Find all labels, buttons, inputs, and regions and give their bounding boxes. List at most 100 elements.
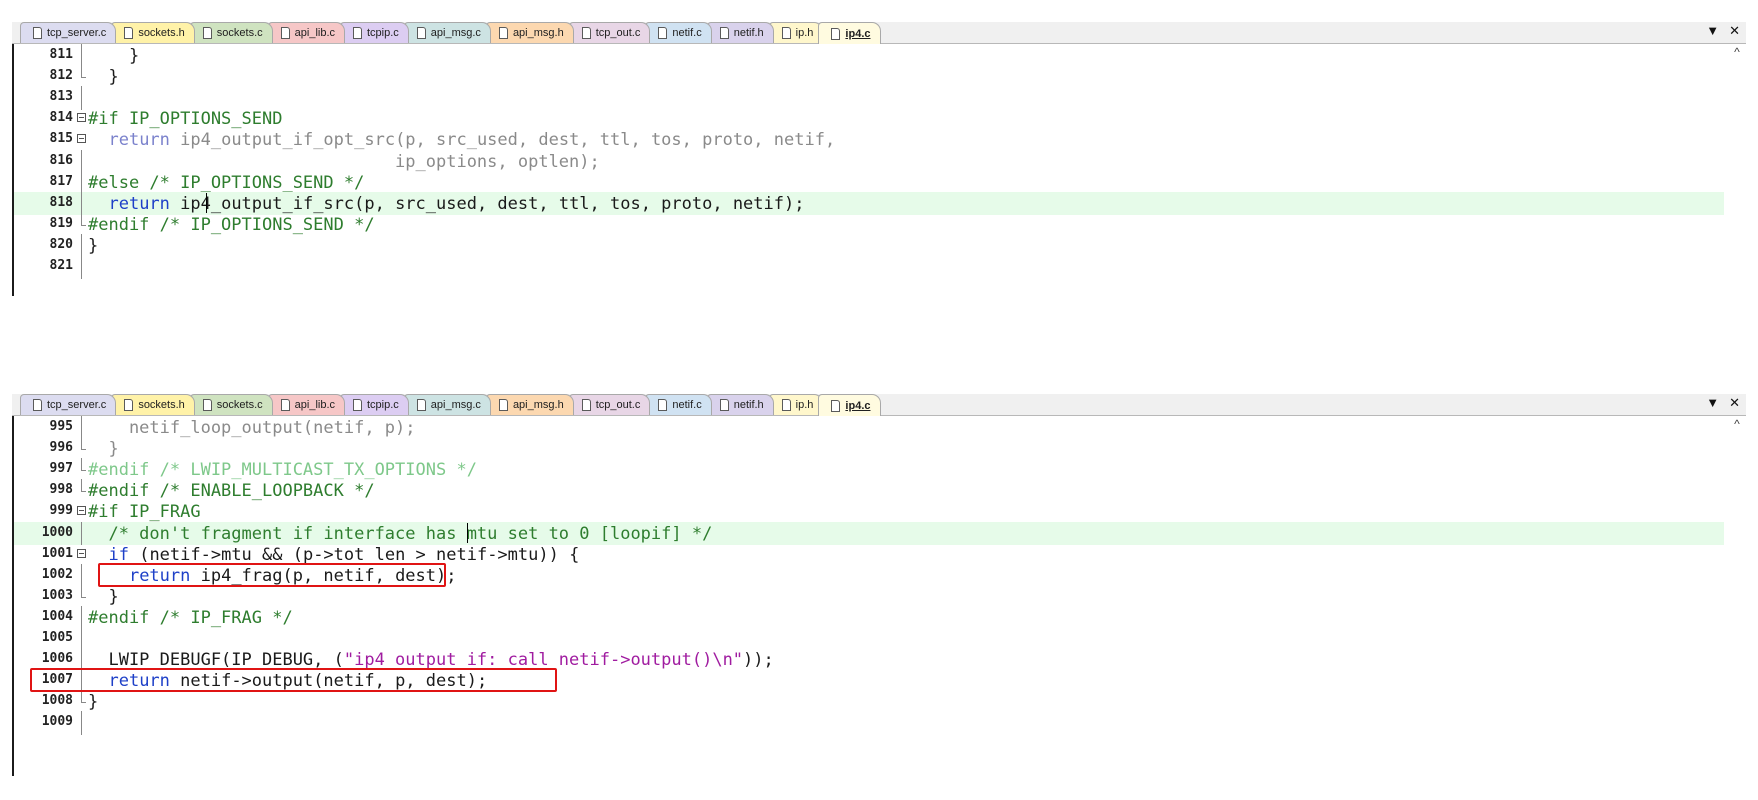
tab-label: sockets.c bbox=[216, 27, 263, 39]
file-icon bbox=[280, 27, 290, 39]
tab-label: api_lib.c bbox=[294, 399, 335, 411]
tab-tcp-out-c[interactable]: tcp_out.c bbox=[568, 22, 651, 43]
tab-list-dropdown-icon[interactable]: ▼ bbox=[1706, 395, 1719, 411]
code-text: } bbox=[88, 67, 119, 88]
code-text: return ip4_output_if_src(p, src_used, de… bbox=[108, 193, 805, 214]
tab-tcpip-c[interactable]: tcpip.c bbox=[340, 22, 409, 43]
tab-label: ip.h bbox=[795, 27, 814, 39]
tab-sockets-c[interactable]: sockets.c bbox=[189, 394, 273, 415]
file-icon bbox=[581, 27, 591, 39]
code-text: netif_loop_output(netif, p); bbox=[88, 418, 416, 438]
tab-label: sockets.h bbox=[138, 27, 185, 39]
tab-label: sockets.h bbox=[138, 399, 185, 411]
tab-sockets-c[interactable]: sockets.c bbox=[189, 22, 273, 43]
tab-label: tcpip.c bbox=[367, 399, 399, 411]
tab-label: netif.h bbox=[733, 399, 764, 411]
line-number: 812 bbox=[49, 68, 73, 84]
code-text: /* don't fragment if interface has mtu s… bbox=[88, 523, 713, 544]
code-text: #endif /* IP_OPTIONS_SEND */ bbox=[88, 214, 375, 235]
tab-api-msg-c[interactable]: api_msg.c bbox=[403, 22, 491, 43]
file-icon bbox=[658, 399, 668, 411]
code-text: } bbox=[88, 692, 99, 713]
scroll-up-arrow-icon[interactable]: ^ bbox=[1728, 44, 1746, 60]
file-icon bbox=[658, 27, 668, 39]
tab-label: tcp_server.c bbox=[47, 399, 107, 411]
tab-api-msg-c[interactable]: api_msg.c bbox=[403, 394, 491, 415]
line-number: 820 bbox=[49, 236, 73, 252]
tab-tcp-out-c[interactable]: tcp_out.c bbox=[568, 394, 651, 415]
tab-ip4-c[interactable]: ip4.c bbox=[818, 394, 881, 416]
line-number: 819 bbox=[49, 215, 73, 231]
line-number: 996 bbox=[49, 440, 73, 456]
code-editor[interactable]: 995 netif_loop_output(netif, p); 996 } 997… bbox=[12, 416, 1746, 776]
vertical-scrollbar[interactable]: ^ bbox=[1728, 416, 1746, 776]
code-text: #endif /* IP_FRAG */ bbox=[88, 607, 293, 628]
close-icon[interactable]: ✕ bbox=[1729, 395, 1740, 411]
tab-bar-controls: ▼ ✕ bbox=[1706, 395, 1740, 411]
scroll-up-arrow-icon[interactable]: ^ bbox=[1728, 416, 1746, 432]
tab-label: api_msg.h bbox=[512, 27, 564, 39]
vertical-scrollbar[interactable]: ^ bbox=[1728, 44, 1746, 296]
tab-netif-h[interactable]: netif.h bbox=[706, 394, 774, 415]
tab-list: tcp_server.c sockets.h sockets.c api_lib.c t… bbox=[12, 22, 881, 44]
tab-label: ip4.c bbox=[845, 27, 871, 40]
tab-netif-h[interactable]: netif.h bbox=[706, 22, 774, 43]
file-icon bbox=[781, 399, 791, 411]
tab-label: netif.c bbox=[672, 399, 702, 411]
file-icon bbox=[831, 399, 841, 412]
tab-tcpip-c[interactable]: tcpip.c bbox=[340, 394, 409, 415]
code-text: #endif /* ENABLE_LOOPBACK */ bbox=[88, 481, 375, 502]
file-icon bbox=[202, 399, 212, 411]
line-number: 1006 bbox=[41, 651, 73, 667]
tab-tcp-server-c[interactable]: tcp_server.c bbox=[20, 394, 117, 415]
tab-tcp-server-c[interactable]: tcp_server.c bbox=[20, 22, 117, 43]
line-number: 1001 bbox=[41, 545, 73, 561]
tab-bar-controls: ▼ ✕ bbox=[1706, 23, 1740, 39]
tab-api-lib-c[interactable]: api_lib.c bbox=[267, 22, 345, 43]
file-icon bbox=[124, 27, 134, 39]
tab-api-msg-h[interactable]: api_msg.h bbox=[485, 22, 574, 43]
line-number: 1009 bbox=[41, 714, 73, 730]
line-number: 816 bbox=[49, 152, 73, 168]
tab-api-msg-h[interactable]: api_msg.h bbox=[485, 394, 574, 415]
file-icon bbox=[353, 27, 362, 39]
file-icon bbox=[202, 27, 212, 39]
tab-list: tcp_server.c sockets.h sockets.c api_lib.c t… bbox=[12, 394, 881, 416]
file-icon bbox=[33, 399, 42, 411]
tab-list-dropdown-icon[interactable]: ▼ bbox=[1706, 23, 1719, 39]
tab-ip-h[interactable]: ip.h bbox=[768, 394, 824, 415]
tab-label: tcp_out.c bbox=[595, 27, 641, 39]
tab-label: sockets.c bbox=[216, 399, 263, 411]
tab-label: netif.c bbox=[672, 27, 702, 39]
code-text: #else /* IP_OPTIONS_SEND */ bbox=[88, 172, 365, 193]
file-icon bbox=[498, 399, 508, 411]
tab-sockets-h[interactable]: sockets.h bbox=[111, 22, 195, 43]
tab-sockets-h[interactable]: sockets.h bbox=[111, 394, 195, 415]
code-editor[interactable]: 811 } 812 } 813 814 #if IP_OPTIONS_SEND 815 r… bbox=[12, 44, 1746, 296]
tab-label: tcpip.c bbox=[367, 27, 399, 39]
code-line[interactable]: 821 bbox=[14, 255, 1724, 279]
tab-api-lib-c[interactable]: api_lib.c bbox=[267, 394, 345, 415]
tab-ip-h[interactable]: ip.h bbox=[768, 22, 824, 43]
file-icon bbox=[33, 27, 42, 39]
line-number: 998 bbox=[49, 482, 73, 498]
fold-guide bbox=[77, 711, 87, 735]
close-icon[interactable]: ✕ bbox=[1729, 23, 1740, 39]
tab-ip4-c[interactable]: ip4.c bbox=[818, 22, 881, 44]
file-icon bbox=[416, 27, 426, 39]
code-line[interactable]: 1009 bbox=[14, 711, 1724, 735]
line-number: 997 bbox=[49, 461, 73, 477]
code-text: } bbox=[88, 46, 140, 66]
code-text: return ip4_output_if_opt_src(p, src_used… bbox=[108, 130, 836, 151]
line-number: 999 bbox=[49, 503, 73, 519]
line-number: 821 bbox=[49, 258, 73, 273]
file-icon bbox=[498, 27, 508, 39]
tab-netif-c[interactable]: netif.c bbox=[645, 22, 712, 43]
tab-label: ip.h bbox=[795, 399, 814, 411]
line-number: 1003 bbox=[41, 587, 73, 603]
line-number: 1005 bbox=[41, 630, 73, 645]
tab-netif-c[interactable]: netif.c bbox=[645, 394, 712, 415]
file-icon bbox=[416, 399, 426, 411]
line-number: 1004 bbox=[41, 608, 73, 624]
code-text: ip_options, optlen); bbox=[88, 151, 600, 172]
